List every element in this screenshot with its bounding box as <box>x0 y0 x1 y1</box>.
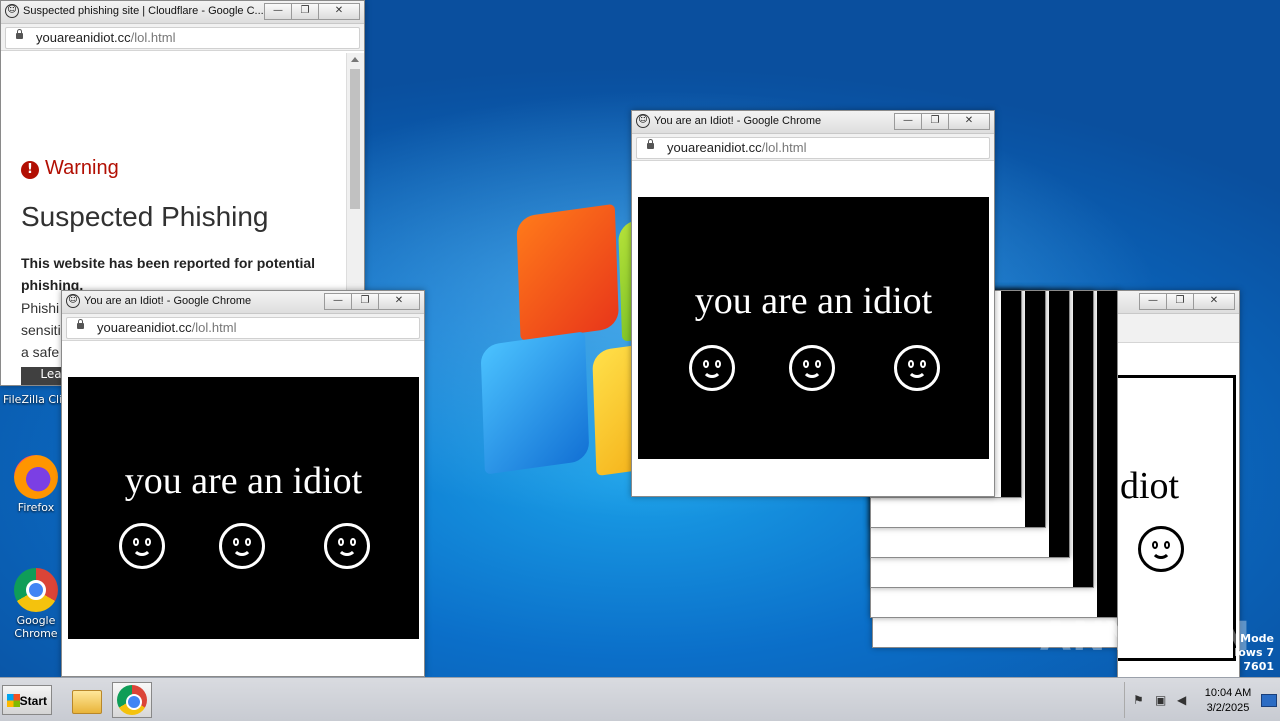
close-button[interactable]: ✕ <box>1193 293 1235 310</box>
url-path: /lol.html <box>761 140 807 155</box>
maximize-button[interactable]: ❐ <box>1166 293 1194 310</box>
start-button[interactable]: Start <box>2 685 52 715</box>
idiot-text: you are an idiot <box>694 280 933 322</box>
idiot-window-center[interactable]: ☺ You are an Idiot! - Google Chrome — ❐ … <box>631 110 995 497</box>
firefox-icon <box>14 455 58 499</box>
show-desktop-button[interactable] <box>1261 694 1277 707</box>
url-host: youareanidiot.cc <box>667 140 762 155</box>
lock-icon <box>647 139 654 149</box>
maximize-button[interactable]: ❐ <box>351 293 379 310</box>
logo-red-pane <box>516 203 620 342</box>
chrome-icon <box>14 568 58 612</box>
desktop-icon-label: FileZilla Clie <box>3 393 69 406</box>
url-text[interactable]: youareanidiot.cc/lol.html <box>97 320 236 335</box>
idiot-window-left[interactable]: ☺ You are an Idiot! - Google Chrome — ❐ … <box>61 290 425 677</box>
titlebar[interactable]: ☺ Suspected phishing site | Cloudflare -… <box>1 1 364 24</box>
smiley-icon <box>324 523 370 569</box>
smiley-icon <box>1138 526 1184 572</box>
idiot-text: you are an idiot <box>124 460 363 502</box>
taskbar-chrome-button[interactable] <box>112 682 152 718</box>
close-button[interactable]: ✕ <box>948 113 990 130</box>
exclamation-icon: ! <box>21 161 39 179</box>
url-text[interactable]: youareanidiot.cc/lol.html <box>36 30 175 45</box>
edition-line: Mode <box>1240 632 1274 645</box>
edition-line: ld 7601 <box>1227 660 1274 673</box>
address-bar[interactable]: youareanidiot.cc/lol.html <box>62 314 424 341</box>
start-label: Start <box>19 694 47 708</box>
desktop-icon-label: Firefox <box>17 501 55 514</box>
address-bar[interactable]: youareanidiot.cc/lol.html <box>1 24 364 51</box>
system-tray: ⚑ ▣ ◀ 10:04 AM 3/2/2025 <box>1124 682 1279 718</box>
smiley-icon <box>894 345 940 391</box>
flag-icon[interactable]: ⚑ <box>1133 694 1147 706</box>
taskbar-explorer-button[interactable] <box>66 682 106 718</box>
smiley-favicon-icon: ☺ <box>636 114 650 128</box>
smiley-favicon-icon: ☺ <box>5 4 19 18</box>
clock-time: 10:04 AM <box>1204 687 1252 699</box>
minimize-button[interactable]: — <box>264 3 292 20</box>
logo-blue-pane <box>480 331 590 475</box>
smiley-icon <box>219 523 265 569</box>
windows-flag-icon <box>7 694 20 707</box>
url-path: /lol.html <box>191 320 237 335</box>
idiot-panel: you are an idiot <box>68 377 419 639</box>
idiot-panel: you are an idiot <box>638 197 989 459</box>
maximize-button[interactable]: ❐ <box>291 3 319 20</box>
url-text[interactable]: youareanidiot.cc/lol.html <box>667 140 806 155</box>
edition-line: lows 7 <box>1234 646 1274 659</box>
address-bar[interactable] <box>1118 314 1239 343</box>
desktop: FileZilla Clie Firefox Google Chrome — ❐… <box>0 0 1280 677</box>
network-icon[interactable]: ▣ <box>1155 694 1169 706</box>
desktop-icon-label: Google Chrome <box>14 614 58 640</box>
more-text: Phishi sensiti a safe <box>21 300 61 360</box>
lock-icon <box>77 319 84 329</box>
minimize-button[interactable]: — <box>324 293 352 310</box>
window-title: You are an Idiot! - Google Chrome <box>84 295 252 307</box>
windows-edition-text: Mode lows 7 ld 7601 <box>1228 632 1274 674</box>
warning-label: ! Warning <box>21 157 119 180</box>
titlebar[interactable]: ☺ You are an Idiot! - Google Chrome — ❐ … <box>632 111 994 134</box>
idiot-text: diot <box>1120 465 1180 507</box>
page-heading: Suspected Phishing <box>21 201 269 232</box>
folder-icon <box>72 690 102 714</box>
smiley-icon <box>119 523 165 569</box>
clock-date: 3/2/2025 <box>1206 702 1250 714</box>
chrome-icon <box>117 685 147 715</box>
window-title: You are an Idiot! - Google Chrome <box>654 115 822 127</box>
titlebar[interactable]: ☺ You are an Idiot! - Google Chrome — ❐ … <box>62 291 424 314</box>
minimize-button[interactable]: — <box>894 113 922 130</box>
smiley-icon <box>789 345 835 391</box>
maximize-button[interactable]: ❐ <box>921 113 949 130</box>
taskbar: Start ⚑ ▣ ◀ 10:04 AM 3/2/2025 <box>0 677 1280 721</box>
scroll-up-arrow-icon[interactable] <box>351 57 359 62</box>
lock-icon <box>16 29 23 39</box>
titlebar[interactable]: — ❐ ✕ <box>1118 291 1239 314</box>
anyrun-watermark: ANY RUN <box>1040 614 1251 660</box>
volume-icon[interactable]: ◀ <box>1177 694 1191 706</box>
clock[interactable]: 10:04 AM 3/2/2025 <box>1199 686 1257 716</box>
smiley-favicon-icon: ☺ <box>66 294 80 308</box>
scroll-thumb[interactable] <box>350 69 360 209</box>
url-path: /lol.html <box>130 30 176 45</box>
watermark-text: ANY RUN <box>1040 614 1252 660</box>
minimize-button[interactable]: — <box>1139 293 1167 310</box>
close-button[interactable]: ✕ <box>318 3 360 20</box>
url-host: youareanidiot.cc <box>97 320 192 335</box>
address-bar[interactable]: youareanidiot.cc/lol.html <box>632 134 994 161</box>
url-host: youareanidiot.cc <box>36 30 131 45</box>
window-title: Suspected phishing site | Cloudflare - G… <box>23 5 264 17</box>
close-button[interactable]: ✕ <box>378 293 420 310</box>
warning-text: Warning <box>45 157 119 179</box>
smiley-icon <box>689 345 735 391</box>
